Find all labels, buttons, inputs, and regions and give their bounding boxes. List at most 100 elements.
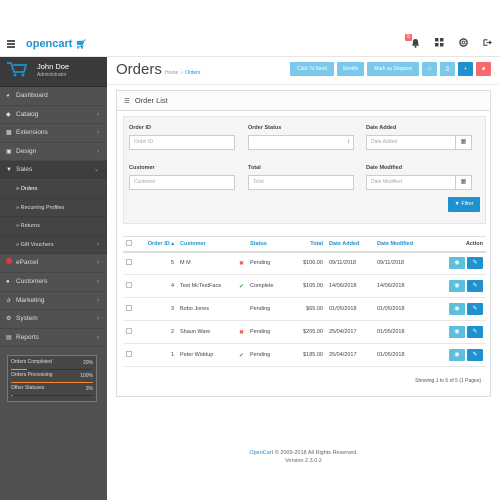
tag-icon: ◆	[6, 111, 11, 118]
sidebar-item-label: Reports	[16, 333, 39, 341]
main-content: Orders Home» Orders Click 'N Send Sendle …	[107, 57, 500, 500]
eye-icon: ◉	[454, 352, 460, 358]
profile[interactable]: John Doe Administrator	[0, 57, 107, 87]
edit-order-button[interactable]: ✎	[467, 257, 483, 270]
col-total[interactable]: Total	[293, 236, 326, 253]
breadcrumb-orders[interactable]: Orders	[185, 70, 200, 76]
sidebar-subitem-orders[interactable]: » Orders	[0, 179, 107, 199]
sidebar-item-catalog[interactable]: ◆ Catalog ›	[0, 106, 107, 125]
cart-logo-icon: 🛒︎	[75, 39, 87, 49]
table-row: 2 Shaun Ware ✖ Pending $205.00 25/04/2017 01/0…	[123, 320, 486, 344]
page-header: Orders Home» Orders Click 'N Send Sendle …	[107, 57, 500, 85]
table-row: 4 Test McTestFace ✔ Complete $105.00 14/06/20…	[123, 274, 486, 298]
eye-icon: ◉	[454, 283, 460, 289]
cell-date-modified: 01/05/2018	[374, 297, 428, 321]
calendar-icon[interactable]: ▦	[455, 176, 471, 189]
logo-text: opencart	[26, 38, 73, 50]
col-date-modified[interactable]: Date Modified	[374, 236, 428, 253]
lifebuoy-icon[interactable]	[456, 38, 470, 50]
sidebar-item-label: eParcel	[16, 259, 39, 267]
view-order-button[interactable]: ◉	[449, 280, 465, 292]
cell-date-modified: 09/11/2018	[374, 251, 428, 275]
stat-orders-completed: Orders Completed 20%	[11, 359, 93, 372]
sidebar-subitem-gift-vouchers[interactable]: » Gift Vouchers ›	[0, 235, 107, 255]
cell-date-added: 25/04/2017	[326, 320, 374, 344]
sendle-button[interactable]: Sendle	[337, 62, 364, 76]
row-checkbox[interactable]	[123, 320, 137, 344]
sidebar-item-extensions[interactable]: ▩ Extensions ›	[0, 124, 107, 143]
edit-order-button[interactable]: ✎	[467, 326, 483, 338]
filter-icon: ▼	[454, 201, 460, 207]
cell-customer: Bobo Jones	[177, 297, 247, 321]
customer-input[interactable]: Customer	[129, 175, 235, 190]
select-all-checkbox[interactable]	[123, 236, 137, 253]
sidebar-item-customers[interactable]: ● Customers ›	[0, 273, 107, 292]
date-added-placeholder: Date Added	[371, 139, 398, 145]
col-date-added[interactable]: Date Added	[326, 236, 374, 253]
sidebar-item-dashboard[interactable]: ◕ Dashboard	[0, 87, 107, 106]
sidebar-item-sales[interactable]: ▼ Sales ⌄	[0, 161, 107, 180]
date-added-input[interactable]: Date Added ▦	[366, 135, 472, 150]
cell-date-added: 14/06/2018	[326, 274, 374, 298]
breadcrumb-home[interactable]: Home	[165, 70, 178, 76]
sidebar-item-system[interactable]: ⚙ System ›	[0, 310, 107, 329]
footer-version: Version 2.3.0.2	[285, 458, 322, 464]
cell-order-id: 2	[137, 320, 177, 344]
sidebar-subitem-label: Gift Vouchers	[20, 241, 54, 248]
filter-button-label: Filter	[461, 201, 474, 207]
edit-order-button[interactable]: ✎	[467, 303, 483, 315]
sidebar-item-label: Marketing	[16, 296, 45, 304]
view-order-button[interactable]: ◉	[449, 326, 465, 338]
stat-bar	[11, 381, 93, 383]
view-order-button[interactable]: ◉	[449, 303, 465, 315]
row-checkbox[interactable]	[123, 274, 137, 298]
add-button[interactable]: +	[458, 62, 473, 76]
sort-asc-icon: ▴	[171, 240, 174, 247]
date-modified-input[interactable]: Date Modified ▦	[366, 175, 472, 190]
row-checkbox[interactable]	[123, 297, 137, 321]
mark-as-shipped-button[interactable]: Mark as Shipped	[367, 62, 419, 76]
cell-date-added: 01/05/2018	[326, 297, 374, 321]
edit-order-button[interactable]: ✎	[467, 280, 483, 292]
total-input[interactable]: Total	[248, 175, 354, 190]
shipping-button[interactable]: ▱	[422, 62, 437, 76]
total-label: Total	[248, 165, 261, 171]
col-order-id[interactable]: Order ID ▴	[137, 236, 177, 253]
print-invoice-button[interactable]: ⎙	[440, 62, 455, 76]
cell-total: $105.00	[293, 274, 326, 298]
footer: OpenCart © 2009-2018 All Rights Reserved…	[107, 449, 500, 465]
sidebar-item-marketing[interactable]: ✰ Marketing ›	[0, 292, 107, 311]
view-order-button[interactable]: ◉	[449, 257, 465, 270]
row-checkbox[interactable]	[123, 343, 137, 367]
filter-button[interactable]: ▼ Filter	[448, 197, 480, 212]
stat-value: 20%	[82, 360, 93, 366]
sidebar-item-design[interactable]: ▣ Design ›	[0, 143, 107, 162]
click-n-send-button[interactable]: Click 'N Send	[290, 62, 334, 76]
chevron-right-icon: ›	[97, 148, 99, 155]
cell-order-id: 1	[137, 343, 177, 367]
opencart-footer-link[interactable]: OpenCart	[249, 450, 273, 456]
sidebar-item-reports[interactable]: ▤ Reports ›	[0, 329, 107, 348]
row-checkbox[interactable]	[123, 251, 137, 275]
view-order-button[interactable]: ◉	[449, 349, 465, 361]
shopping-cart-icon: ▼	[6, 167, 12, 174]
sidebar-subitem-returns[interactable]: » Returns	[0, 217, 107, 236]
cell-status: Pending	[247, 251, 293, 275]
pencil-icon: ✎	[472, 260, 478, 267]
calendar-icon[interactable]: ▦	[455, 136, 471, 149]
opencart-logo[interactable]: opencart 🛒︎	[26, 38, 87, 50]
order-status-select[interactable]: ↕	[248, 135, 354, 150]
chevron-right-icon: ›	[97, 278, 99, 285]
order-id-input[interactable]: Order ID	[129, 135, 235, 150]
bell-icon[interactable]: 5	[405, 34, 422, 50]
col-customer[interactable]: Customer	[177, 236, 247, 253]
col-status[interactable]: Status	[247, 236, 293, 253]
cell-actions: ◉ ✎	[428, 297, 486, 321]
edit-order-button[interactable]: ✎	[467, 349, 483, 361]
grid-icon[interactable]	[432, 38, 446, 50]
hamburger-icon[interactable]	[7, 40, 15, 48]
sidebar-subitem-recurring-profiles[interactable]: » Recurring Profiles	[0, 198, 107, 218]
sidebar-item-eparcel[interactable]: eParcel ›	[0, 254, 107, 273]
sign-out-icon[interactable]	[480, 38, 494, 50]
delete-button[interactable]: ■	[476, 62, 491, 76]
